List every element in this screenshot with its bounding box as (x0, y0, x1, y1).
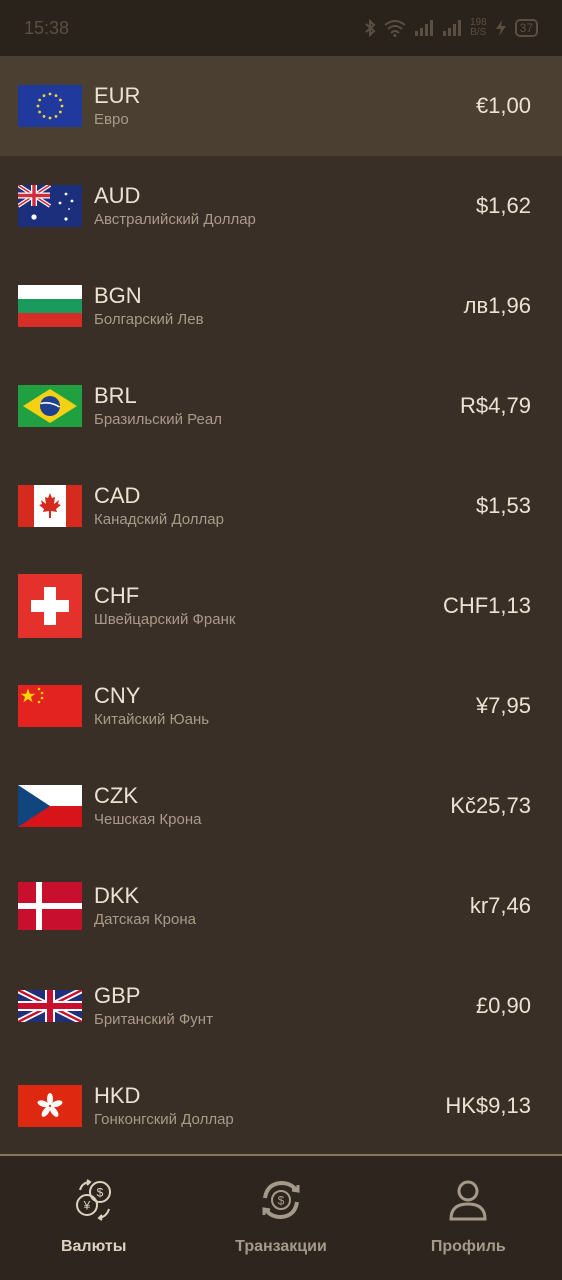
currency-name: Швейцарский Франк (94, 610, 236, 628)
transactions-icon: $ (262, 1180, 300, 1220)
brazil-flag-icon (18, 385, 82, 427)
hong-kong-flag-icon (18, 1085, 82, 1127)
currency-row-chf[interactable]: CHF Швейцарский Франк CHF1,13 (0, 556, 562, 656)
svg-text:$: $ (278, 1194, 285, 1208)
nav-label: Профиль (430, 1238, 506, 1255)
signal-icon-2 (442, 20, 461, 36)
currency-value: €1,00 (475, 93, 531, 118)
status-time: 15:38 (24, 17, 70, 38)
currency-value: £0,90 (475, 993, 531, 1018)
currency-name: Австралийский Доллар (94, 210, 256, 228)
status-icons: 198 B/S 37 (364, 18, 538, 38)
currency-code: AUD (94, 182, 141, 208)
currency-names: BRL Бразильский Реал (94, 383, 460, 430)
bottom-navigation: ¥ $ Валюты $ Транзакции Профиль (0, 1154, 562, 1280)
bluetooth-icon (365, 19, 376, 37)
currency-code: CZK (94, 782, 138, 808)
nav-currencies[interactable]: ¥ $ Валюты (0, 1156, 187, 1280)
currency-list[interactable]: EUR Евро €1,00 AUD Австралийский Доллар … (0, 56, 562, 1156)
currency-value: CHF1,13 (442, 593, 531, 618)
currency-row-cny[interactable]: CNY Китайский Юань ¥7,95 (0, 656, 562, 756)
profile-icon (449, 1180, 487, 1221)
currency-row-hkd[interactable]: HKD Гонконгский Доллар HK$9,13 (0, 1056, 562, 1156)
svg-text:$: $ (96, 1186, 103, 1200)
currency-name: Бразильский Реал (94, 410, 222, 428)
currency-row-brl[interactable]: BRL Бразильский Реал R$4,79 (0, 356, 562, 456)
currency-row-bgn[interactable]: BGN Болгарский Лев лв1,96 (0, 256, 562, 356)
currency-names: CNY Китайский Юань (94, 683, 476, 730)
currency-names: EUR Евро (94, 83, 476, 130)
currency-value: $1,53 (475, 493, 531, 518)
currency-names: CZK Чешская Крона (94, 783, 450, 830)
currency-value: Kč25,73 (450, 793, 531, 818)
currency-code: CNY (94, 682, 141, 708)
currency-value: R$4,79 (460, 393, 531, 418)
currency-row-czk[interactable]: CZK Чешская Крона Kč25,73 (0, 756, 562, 856)
currency-name: Канадский Доллар (94, 510, 224, 528)
network-speed: 198 B/S (469, 17, 487, 38)
currency-name: Евро (94, 110, 129, 128)
wifi-icon (384, 20, 406, 37)
battery-icon: 37 (514, 19, 538, 37)
status-bar: 15:38 198 B/S 37 (0, 0, 562, 56)
canada-flag-icon (18, 485, 82, 527)
currency-row-cad[interactable]: CAD Канадский Доллар $1,53 (0, 456, 562, 556)
signal-icon (414, 20, 433, 36)
currency-name: Гонконгский Доллар (94, 1110, 234, 1128)
currency-row-aud[interactable]: AUD Австралийский Доллар $1,62 (0, 156, 562, 256)
currency-names: DKK Датская Крона (94, 883, 470, 930)
svg-text:¥: ¥ (82, 1199, 90, 1213)
czech-flag-icon (18, 785, 82, 827)
currency-names: GBP Британский Фунт (94, 983, 476, 1030)
currency-value: ¥7,95 (475, 693, 531, 718)
currency-row-eur[interactable]: EUR Евро €1,00 (0, 56, 562, 156)
currency-code: CHF (94, 582, 140, 608)
currency-row-gbp[interactable]: GBP Британский Фунт £0,90 (0, 956, 562, 1056)
currency-name: Китайский Юань (94, 710, 210, 728)
currency-value: HK$9,13 (445, 1093, 531, 1118)
currency-row-dkk[interactable]: DKK Датская Крона kr7,46 (0, 856, 562, 956)
currency-code: CAD (94, 482, 141, 508)
currency-name: Датская Крона (94, 910, 196, 928)
currency-names: CHF Швейцарский Франк (94, 583, 443, 630)
app-screen: 15:38 198 B/S 37 EUR Евро €1,00 AUD Авст… (0, 0, 562, 1280)
currency-value: $1,62 (475, 193, 531, 218)
currency-code: BRL (94, 382, 137, 408)
currency-code: DKK (94, 882, 140, 908)
currency-names: HKD Гонконгский Доллар (94, 1083, 445, 1130)
charging-icon (495, 20, 506, 36)
bulgaria-flag-icon (18, 285, 82, 327)
currency-value: kr7,46 (469, 893, 531, 918)
currency-code: BGN (94, 282, 142, 308)
denmark-flag-icon (18, 882, 82, 930)
currency-code: EUR (94, 82, 141, 108)
currency-name: Чешская Крона (94, 810, 202, 828)
currency-exchange-icon: ¥ $ (75, 1179, 111, 1221)
nav-label: Валюты (60, 1238, 127, 1255)
nav-label: Транзакции (235, 1238, 327, 1255)
currency-name: Британский Фунт (94, 1010, 213, 1028)
currency-code: GBP (94, 982, 141, 1008)
china-flag-icon (18, 685, 82, 727)
switzerland-flag-icon (18, 574, 82, 638)
currency-code: HKD (94, 1082, 141, 1108)
uk-flag-icon (18, 990, 82, 1022)
currency-value: лв1,96 (463, 293, 531, 318)
currency-names: CAD Канадский Доллар (94, 483, 476, 530)
nav-transactions[interactable]: $ Транзакции (187, 1156, 374, 1280)
currency-names: AUD Австралийский Доллар (94, 183, 476, 230)
currency-name: Болгарский Лев (94, 310, 204, 328)
currency-names: BGN Болгарский Лев (94, 283, 464, 330)
eu-flag-icon (18, 85, 82, 127)
nav-profile[interactable]: Профиль (375, 1156, 562, 1280)
australia-flag-icon (18, 185, 82, 227)
